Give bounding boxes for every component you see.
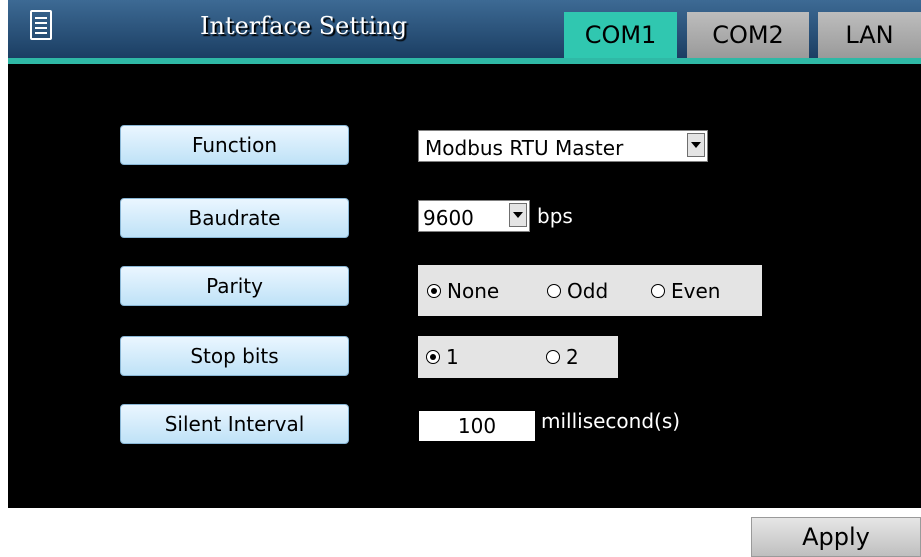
radio-unchecked-icon	[547, 283, 561, 298]
parity-option-odd-label: Odd	[567, 278, 609, 303]
apply-button[interactable]: Apply	[751, 517, 921, 557]
stop-bits-option-1[interactable]: 1	[426, 336, 459, 378]
stop-bits-option-2[interactable]: 2	[546, 336, 579, 378]
silent-interval-unit: millisecond(s)	[541, 409, 681, 433]
stop-bits-option-1-label: 1	[446, 345, 459, 369]
stop-bits-label-button[interactable]: Stop bits	[120, 336, 349, 376]
parity-label-button[interactable]: Parity	[120, 266, 349, 306]
baudrate-unit: bps	[537, 204, 573, 228]
function-select[interactable]: Modbus RTU Master	[418, 130, 708, 162]
chevron-down-icon[interactable]	[687, 133, 705, 157]
radio-checked-icon	[426, 350, 440, 364]
parity-option-none[interactable]: None	[427, 265, 499, 316]
chevron-down-icon[interactable]	[509, 203, 527, 227]
document-menu-icon[interactable]	[30, 10, 52, 40]
baudrate-label-button[interactable]: Baudrate	[120, 198, 349, 238]
parity-option-odd[interactable]: Odd	[547, 265, 608, 316]
baudrate-select[interactable]: 9600	[418, 200, 530, 232]
parity-option-none-label: None	[447, 278, 500, 303]
silent-interval-input[interactable]	[419, 411, 535, 441]
radio-unchecked-icon	[651, 283, 665, 298]
parity-radio-group: None Odd Even	[418, 265, 762, 316]
function-select-value: Modbus RTU Master	[425, 136, 624, 160]
stop-bits-radio-group: 1 2	[418, 336, 618, 378]
radio-unchecked-icon	[546, 350, 560, 364]
radio-checked-icon	[427, 283, 441, 298]
stop-bits-option-2-label: 2	[566, 345, 579, 369]
parity-option-even[interactable]: Even	[651, 265, 720, 316]
tab-com2[interactable]: COM2	[687, 12, 809, 58]
parity-option-even-label: Even	[671, 278, 721, 303]
tab-com1[interactable]: COM1	[564, 12, 677, 58]
function-label-button[interactable]: Function	[120, 125, 349, 165]
page-title: Interface Setting	[200, 12, 408, 40]
silent-interval-label-button[interactable]: Silent Interval	[120, 404, 349, 444]
baudrate-select-value: 9600	[423, 206, 474, 230]
tab-lan[interactable]: LAN	[818, 12, 921, 58]
